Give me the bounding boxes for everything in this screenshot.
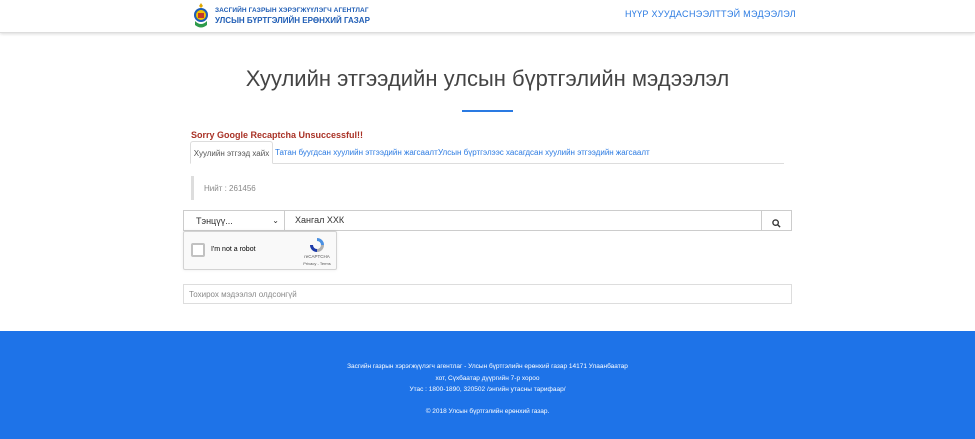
total-count: Нийт : 261456 bbox=[191, 176, 784, 200]
nav-link-home[interactable]: НҮҮР ХУУДАС bbox=[625, 9, 689, 19]
tab-legal-entity-search[interactable]: Хуулийн этгээд хайх bbox=[190, 141, 273, 164]
search-icon bbox=[772, 219, 781, 228]
recaptcha-error-message: Sorry Google Recaptcha Unsuccessful!! bbox=[191, 130, 364, 140]
footer-phone: Утас : 1800-1890, 320502 /энгийн утасны … bbox=[409, 386, 566, 393]
top-navbar: ЗАСГИЙН ГАЗРЫН ХЭРЭГЖҮҮЛЭГЧ АГЕНТЛАГ УЛС… bbox=[0, 0, 975, 33]
footer-copyright: © 2018 Улсын бүртгэлийн ерөнхий газар. bbox=[425, 408, 550, 415]
search-tabs: Хуулийн этгээд хайх Татан буугдсан хуули… bbox=[190, 141, 784, 164]
recaptcha-terms-link[interactable]: Privacy - Terms bbox=[296, 261, 338, 266]
match-type-select[interactable]: Тэнцүү... ⌄ bbox=[183, 210, 285, 231]
recaptcha-label: I'm not a robot bbox=[211, 246, 256, 253]
search-input[interactable]: Хангал ХХК bbox=[284, 210, 762, 231]
state-emblem-logo[interactable] bbox=[192, 2, 210, 30]
recaptcha-checkbox[interactable] bbox=[191, 243, 205, 257]
match-type-value: Тэнцүү... bbox=[196, 216, 233, 226]
footer: Засгийн газрын хэрэгжүүлэгч агентлаг - У… bbox=[0, 331, 975, 439]
title-underline bbox=[462, 110, 513, 112]
footer-address-line2: хот, Сүхбаатар дүүргийн 7-р хороо bbox=[435, 375, 540, 382]
tab-dissolved-entities-list[interactable]: Татан буугдсан хуулийн этгээдийн жагсаал… bbox=[275, 141, 438, 164]
search-button[interactable] bbox=[761, 210, 792, 231]
nav-link-open-data[interactable]: НЭЭЛТТЭЙ МЭДЭЭЛЭЛ bbox=[689, 9, 796, 19]
recaptcha-icon bbox=[310, 238, 324, 252]
search-result-message: Тохирох мэдээлэл олдсонгүй bbox=[183, 284, 792, 304]
agency-name-line2: УЛСЫН БҮРТГЭЛИЙН ЕРӨНХИЙ ГАЗАР bbox=[215, 16, 370, 25]
chevron-down-icon: ⌄ bbox=[272, 216, 279, 225]
agency-name-line1: ЗАСГИЙН ГАЗРЫН ХЭРЭГЖҮҮЛЭГЧ АГЕНТЛАГ bbox=[215, 7, 369, 14]
tab-deregistered-entities-list[interactable]: Улсын бүртгэлээс хасагдсан хуулийн этгээ… bbox=[438, 141, 650, 164]
page-title: Хуулийн этгээдийн улсын бүртгэлийн мэдээ… bbox=[245, 66, 730, 91]
recaptcha-widget: I'm not a robot reCAPTCHA Privacy - Term… bbox=[183, 231, 337, 270]
recaptcha-brand: reCAPTCHA bbox=[304, 254, 330, 259]
footer-address-line1: Засгийн газрын хэрэгжүүлэгч агентлаг - У… bbox=[347, 363, 628, 370]
